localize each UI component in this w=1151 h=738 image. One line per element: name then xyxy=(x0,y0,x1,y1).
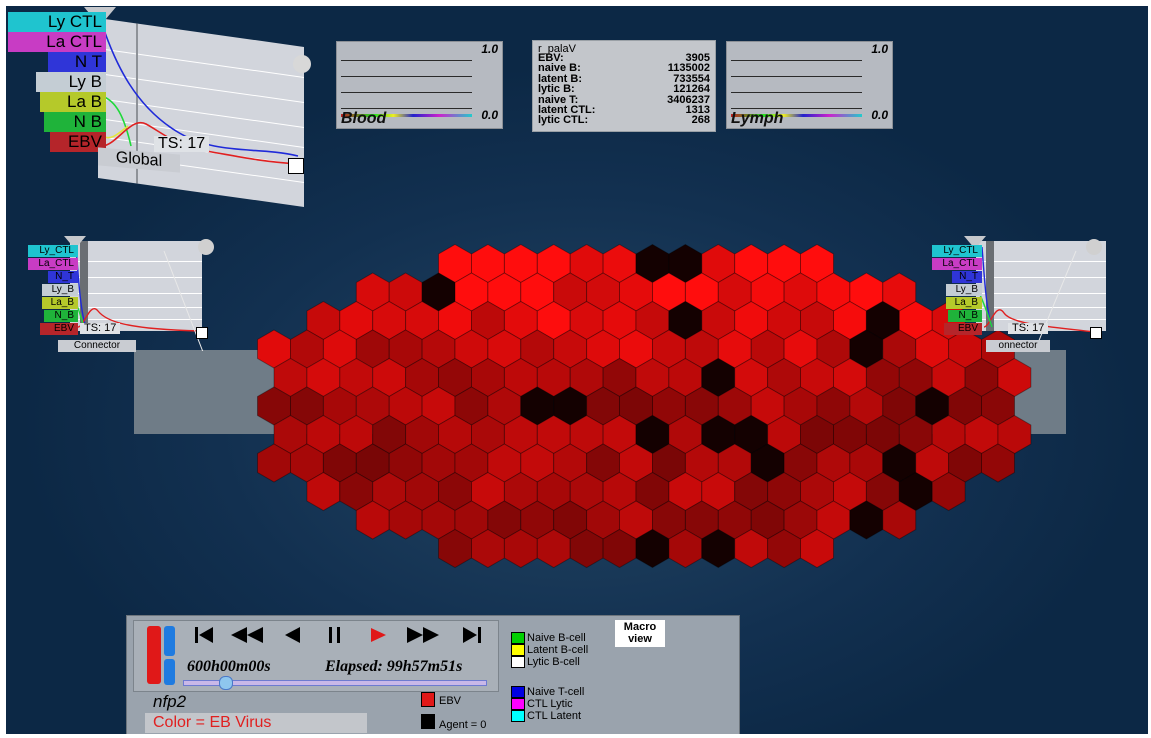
cell-legend-label: Naive B-cell xyxy=(527,632,586,644)
ebv-swatch xyxy=(421,692,435,707)
left-connector-legend-tag: La_B xyxy=(42,297,78,309)
fast-forward-icon xyxy=(407,627,439,643)
cell-legend-swatch xyxy=(511,698,525,710)
step-back-button[interactable] xyxy=(279,626,305,648)
blood-panel-title: Blood xyxy=(341,110,387,127)
right-connector-legend-tag: Ly_CTL xyxy=(932,245,982,257)
time-slider-handle[interactable] xyxy=(219,676,234,690)
play-button[interactable] xyxy=(365,626,391,648)
stats-row-value: 268 xyxy=(691,114,710,127)
global-legend-tag: N T xyxy=(48,52,106,72)
speed-gauge-blue-bottom[interactable] xyxy=(164,659,175,685)
left-connector-legend-tag: N_T xyxy=(48,271,78,283)
global-graph-knob xyxy=(293,55,311,73)
stats-row: lytic CTL: 268 xyxy=(538,115,710,126)
macro-view-button[interactable]: Macro view xyxy=(615,620,665,647)
global-legend-tag: La CTL xyxy=(8,32,106,52)
cell-legend-swatch xyxy=(511,632,525,644)
right-connector-line xyxy=(1034,250,1077,351)
left-connector-ts-label: TS: 17 xyxy=(80,323,121,334)
skip-to-end-button[interactable] xyxy=(459,626,485,648)
color-mode-label[interactable]: Color = EB Virus xyxy=(145,713,367,733)
run-duration: 600h00m00s xyxy=(187,658,271,675)
elapsed-time: Elapsed: 99h57m51s xyxy=(325,658,463,675)
rewind-icon xyxy=(231,627,263,643)
global-legend-tag: Ly CTL xyxy=(8,12,106,32)
right-connector-legend-tag: N_B xyxy=(948,310,982,322)
global-legend-tag: La B xyxy=(40,92,106,112)
global-legend-tag: Ly B xyxy=(36,72,106,92)
left-connector-legend-tag: La_CTL xyxy=(28,258,78,270)
lymph-panel-title: Lymph xyxy=(731,110,784,127)
speed-gauge-red[interactable] xyxy=(147,626,161,684)
rewind-button[interactable] xyxy=(227,626,267,648)
cell-legend-label: CTL Latent xyxy=(527,710,582,722)
left-connector-legend-tag: Ly_CTL xyxy=(28,245,78,257)
step-back-icon xyxy=(285,627,300,643)
ebv-legend-label: EBV xyxy=(439,695,462,707)
left-connector-end-marker xyxy=(196,327,208,339)
right-connector-legend-tag: La_B xyxy=(946,297,982,309)
cell-legend-swatch xyxy=(511,644,525,656)
right-connector-ts-label: TS: 17 xyxy=(1008,323,1049,334)
cell-legend-label: Naive T-cell xyxy=(527,686,585,698)
lymph-panel[interactable]: 1.0 0.0 Lymph xyxy=(726,41,893,129)
pause-icon xyxy=(329,627,340,643)
playback-control-panel: 600h00m00s Elapsed: 99h57m51s nfp2 Color… xyxy=(126,615,740,734)
blood-panel[interactable]: 1.0 0.0 Blood xyxy=(336,41,503,129)
cell-legend-swatch xyxy=(511,686,525,698)
lymph-panel-min: 0.0 xyxy=(871,108,888,122)
play-icon xyxy=(371,628,386,642)
model-name: nfp2 xyxy=(153,692,187,711)
left-connector-legend-tag: Ly_B xyxy=(42,284,78,296)
right-connector-legend-tag: Ly_B xyxy=(946,284,982,296)
pause-button[interactable] xyxy=(323,626,347,648)
left-connector-legend-tag: N_B xyxy=(44,310,78,322)
global-ts-label: TS: 17 xyxy=(154,136,210,152)
right-connector-name[interactable]: onnector xyxy=(986,340,1050,352)
speed-gauge-blue-top[interactable] xyxy=(164,626,175,656)
right-connector-end-marker xyxy=(1090,327,1102,339)
skip-to-start-button[interactable] xyxy=(191,626,217,648)
blood-panel-min: 0.0 xyxy=(481,108,498,122)
right-connector-knob xyxy=(1086,239,1102,255)
left-connector-panel[interactable]: Ly_CTL La_CTL N_T Ly_B La_B N_B EBV TS: 17 Con… xyxy=(14,231,214,352)
right-connector-panel[interactable]: Ly_CTL La_CTL N_T Ly_B La_B N_B EBV TS: 17 onn… xyxy=(916,231,1116,352)
stats-row-label: lytic CTL: xyxy=(538,114,589,127)
simulation-viewport[interactable]: Ly CTL La CTL N T Ly B La BN B EBV TS: 17 Glo… xyxy=(6,6,1148,734)
global-panel-end-marker xyxy=(288,158,304,174)
agent-swatch xyxy=(421,714,435,729)
right-connector-legend-tag: EBV xyxy=(944,323,982,335)
right-connector-curve-naive-t xyxy=(981,246,993,328)
population-stats-box: r_palaV EBV: 3905 naive B: 1135002 latent B:… xyxy=(532,40,716,132)
blood-panel-max: 1.0 xyxy=(481,42,498,56)
lymph-panel-max: 1.0 xyxy=(871,42,888,56)
cell-legend-swatch xyxy=(511,710,525,722)
right-connector-legend-tag: N_T xyxy=(952,271,982,283)
cell-legend-label: Latent B-cell xyxy=(527,644,589,656)
right-connector-legend-tag: La_CTL xyxy=(932,258,982,270)
agent-count-label: Agent = 0 xyxy=(439,719,487,731)
skip-to-end-icon xyxy=(463,627,481,643)
left-connector-knob xyxy=(198,239,214,255)
global-graph-panel[interactable]: Ly CTL La CTL N T Ly B La BN B EBV TS: 17 Glo… xyxy=(6,6,316,207)
global-legend-tag: N B xyxy=(44,112,106,132)
skip-to-start-icon xyxy=(195,627,213,643)
cell-legend-swatch xyxy=(511,656,525,668)
fast-forward-button[interactable] xyxy=(403,626,443,648)
cell-legend-label: CTL Lytic xyxy=(527,698,573,710)
left-connector-legend-tag: EBV xyxy=(40,323,78,335)
left-connector-name[interactable]: Connector xyxy=(58,340,136,352)
cell-legend-label: Lytic B-cell xyxy=(527,656,580,668)
